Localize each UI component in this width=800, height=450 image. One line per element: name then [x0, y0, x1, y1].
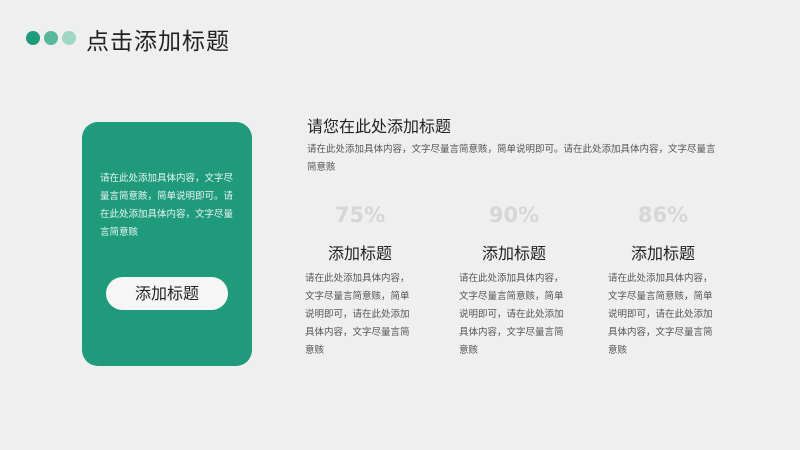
stat-body[interactable]: 请在此处添加具体内容，文字尽量言简意赅，简单说明即可，请在此处添加具体内容，文字…: [608, 270, 718, 360]
stat-title[interactable]: 添加标题: [608, 240, 718, 264]
stat-column-3: 86% 添加标题 请在此处添加具体内容，文字尽量言简意赅，简单说明即可，请在此处…: [608, 200, 718, 360]
stat-body[interactable]: 请在此处添加具体内容，文字尽量言简意赅，简单说明即可，请在此处添加具体内容，文字…: [459, 270, 569, 360]
section-title[interactable]: 请您在此处添加标题: [307, 113, 451, 137]
stat-body[interactable]: 请在此处添加具体内容，文字尽量言简意赅，简单说明即可，请在此处添加具体内容，文字…: [305, 270, 415, 360]
stat-title[interactable]: 添加标题: [305, 240, 415, 264]
card-text[interactable]: 请在此处添加具体内容，文字尽量言简意赅，简单说明即可。请在此处添加具体内容，文字…: [100, 170, 242, 242]
dot-icon: [44, 31, 58, 45]
dot-icon: [62, 31, 76, 45]
stat-column-2: 90% 添加标题 请在此处添加具体内容，文字尽量言简意赅，简单说明即可，请在此处…: [459, 200, 569, 360]
highlight-card: 请在此处添加具体内容，文字尽量言简意赅，简单说明即可。请在此处添加具体内容，文字…: [82, 122, 252, 366]
page-title[interactable]: 点击添加标题: [86, 22, 230, 56]
stat-title[interactable]: 添加标题: [459, 240, 569, 264]
card-title-button[interactable]: 添加标题: [106, 277, 228, 310]
stat-percent[interactable]: 86%: [608, 200, 718, 230]
title-dots-decoration: [26, 31, 76, 45]
stat-column-1: 75% 添加标题 请在此处添加具体内容，文字尽量言简意赅，简单说明即可，请在此处…: [305, 200, 415, 360]
stat-percent[interactable]: 75%: [305, 200, 415, 230]
stat-percent[interactable]: 90%: [459, 200, 569, 230]
section-description[interactable]: 请在此处添加具体内容，文字尽量言简意赅，简单说明即可。请在此处添加具体内容，文字…: [307, 141, 717, 177]
dot-icon: [26, 31, 40, 45]
